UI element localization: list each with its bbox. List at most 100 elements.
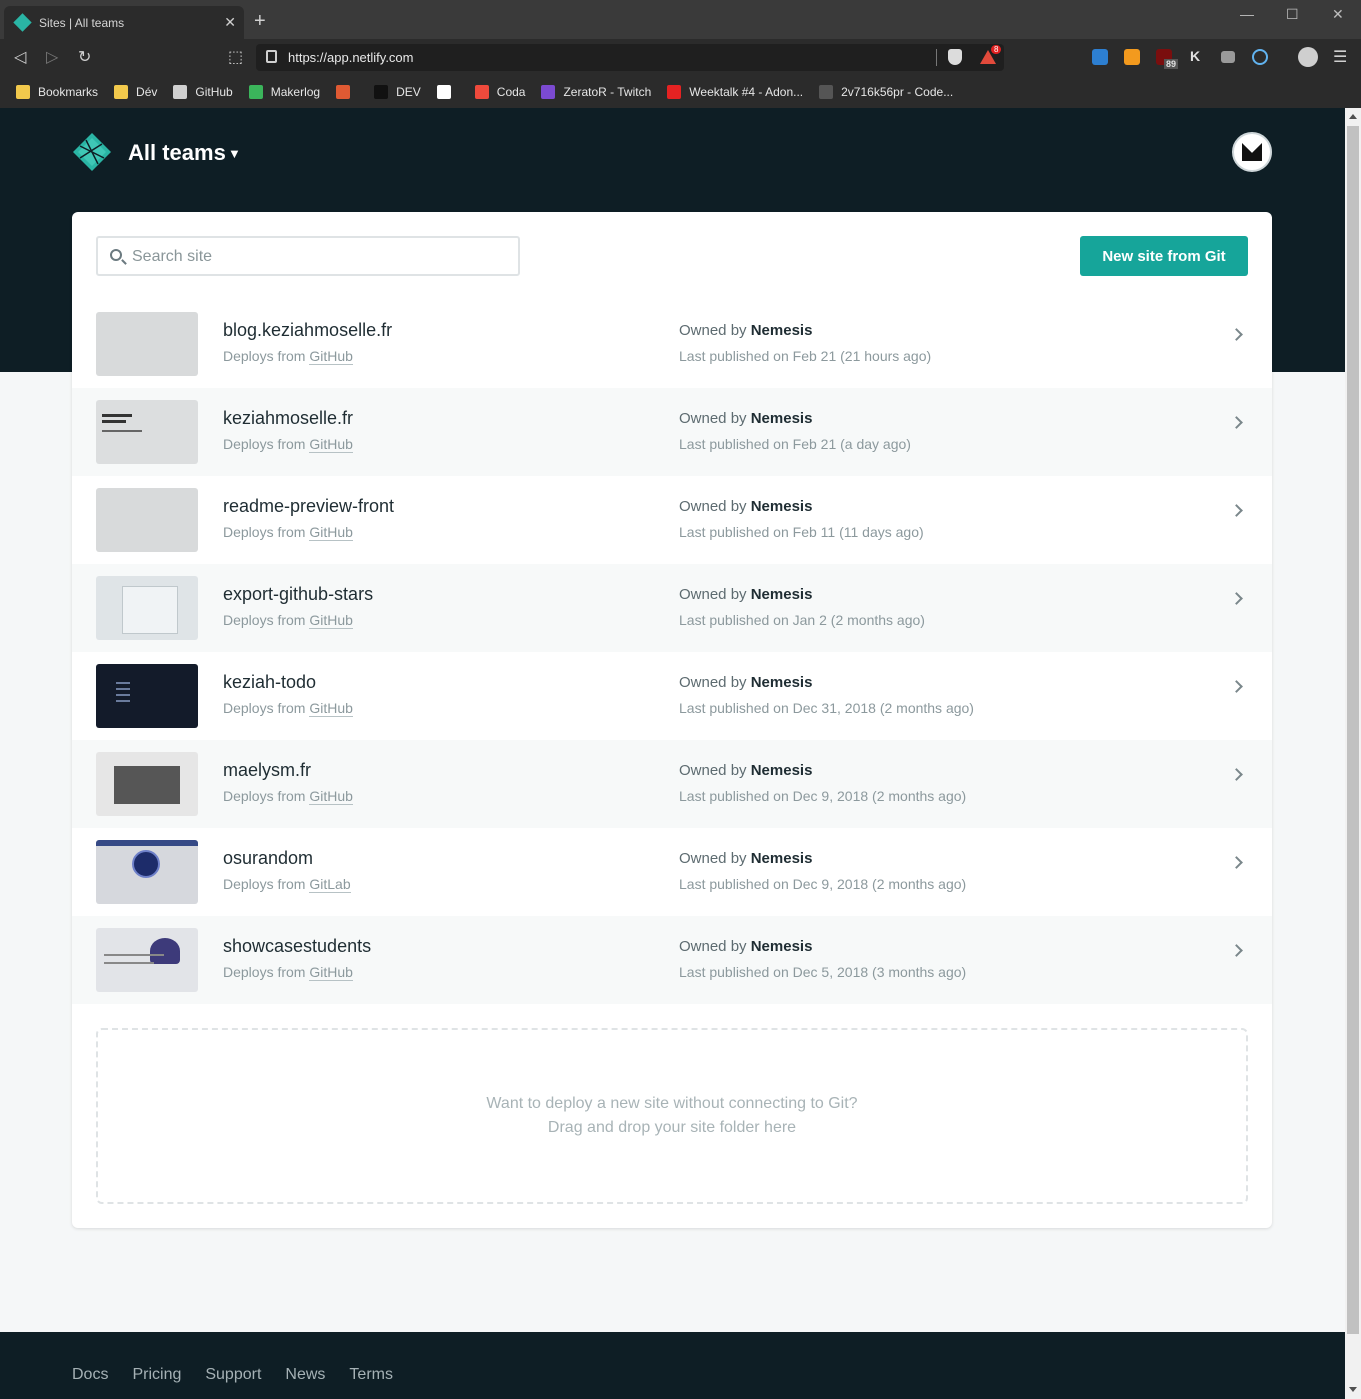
chevron-right-icon[interactable] xyxy=(1230,592,1243,605)
chevron-right-icon[interactable] xyxy=(1230,856,1243,869)
site-thumbnail[interactable] xyxy=(96,664,198,728)
new-site-from-git-button[interactable]: New site from Git xyxy=(1080,236,1248,276)
provider-link[interactable]: GitHub xyxy=(309,964,353,981)
new-tab-icon[interactable]: + xyxy=(254,10,266,33)
site-row[interactable]: keziahmoselle.fr Deploys from GitHub Owned… xyxy=(72,388,1272,476)
chevron-right-icon[interactable] xyxy=(1230,768,1243,781)
provider-link[interactable]: GitHub xyxy=(309,612,353,629)
chevron-down-icon[interactable]: ▼ xyxy=(228,146,241,161)
chevron-right-icon[interactable] xyxy=(1230,680,1243,693)
site-published: Last published on Feb 21 (21 hours ago) xyxy=(679,348,932,364)
site-row[interactable]: readme-preview-front Deploys from GitHub O… xyxy=(72,476,1272,564)
minimize-icon[interactable]: — xyxy=(1240,6,1254,22)
site-thumbnail[interactable] xyxy=(96,840,198,904)
site-name[interactable]: keziahmoselle.fr xyxy=(223,408,353,429)
footer-link[interactable]: Docs xyxy=(72,1366,108,1384)
provider-link[interactable]: GitHub xyxy=(309,788,353,805)
site-thumbnail[interactable] xyxy=(96,576,198,640)
chevron-right-icon[interactable] xyxy=(1230,944,1243,957)
brave-shields-icon[interactable] xyxy=(948,49,962,65)
bookmark-item[interactable]: ZeratoR - Twitch xyxy=(541,85,651,99)
chevron-right-icon[interactable] xyxy=(1230,416,1243,429)
owner-name: Nemesis xyxy=(750,938,813,955)
bookmark-icon[interactable]: ⬚ xyxy=(228,47,243,67)
maximize-icon[interactable]: ☐ xyxy=(1286,6,1299,23)
bookmark-item[interactable] xyxy=(436,85,459,99)
camera-extension-icon[interactable] xyxy=(1221,51,1235,63)
scroll-thumb[interactable] xyxy=(1347,126,1359,1334)
netlify-logo-icon[interactable] xyxy=(72,132,112,172)
bookmark-item[interactable]: Weektalk #4 - Adon... xyxy=(667,85,803,99)
search-input[interactable] xyxy=(132,246,502,268)
forward-icon[interactable]: ▷ xyxy=(46,47,58,67)
site-name[interactable]: export-github-stars xyxy=(223,584,373,605)
bookmark-item[interactable]: Coda xyxy=(474,85,525,99)
site-name[interactable]: showcasestudents xyxy=(223,936,371,957)
scroll-up-icon[interactable] xyxy=(1349,114,1357,119)
site-row[interactable]: export-github-stars Deploys from GitHub Ow… xyxy=(72,564,1272,652)
footer-link[interactable]: Terms xyxy=(349,1366,393,1384)
site-owner: Owned by Nemesis xyxy=(679,586,812,603)
footer-link[interactable]: Support xyxy=(205,1366,261,1384)
bookmark-item[interactable]: GitHub xyxy=(173,85,233,99)
bookmark-item[interactable]: 2v716k56pr - Code... xyxy=(819,85,953,99)
bookmark-item[interactable]: Bookmarks xyxy=(16,85,98,99)
site-thumbnail[interactable] xyxy=(96,312,198,376)
footer-link[interactable]: Pricing xyxy=(132,1366,181,1384)
site-name[interactable]: osurandom xyxy=(223,848,313,869)
close-window-icon[interactable]: ✕ xyxy=(1332,6,1344,23)
bookmark-label: 2v716k56pr - Code... xyxy=(841,85,954,99)
chevron-right-icon[interactable] xyxy=(1230,504,1243,517)
bookmark-item[interactable] xyxy=(336,85,358,99)
user-avatar[interactable] xyxy=(1232,132,1272,172)
extension-icon[interactable] xyxy=(1092,49,1108,65)
site-row[interactable]: osurandom Deploys from GitLab Owned by Nem… xyxy=(72,828,1272,916)
site-row[interactable]: blog.keziahmoselle.fr Deploys from GitHub… xyxy=(72,300,1272,388)
search-icon xyxy=(110,249,122,261)
browser-menu-icon[interactable]: ☰ xyxy=(1333,47,1347,67)
footer: Docs Pricing Support News Terms xyxy=(0,1332,1345,1399)
k-extension-icon[interactable]: K xyxy=(1190,48,1200,64)
site-thumbnail[interactable] xyxy=(96,752,198,816)
bookmark-label: GitHub xyxy=(195,85,233,99)
scroll-down-icon[interactable] xyxy=(1349,1387,1357,1392)
omnibox-divider xyxy=(936,49,937,66)
drag-drop-zone[interactable]: Want to deploy a new site without connec… xyxy=(96,1028,1248,1204)
site-thumbnail[interactable] xyxy=(96,488,198,552)
bookmark-icon xyxy=(114,85,129,99)
reload-icon[interactable]: ↻ xyxy=(78,47,91,67)
site-name[interactable]: readme-preview-front xyxy=(223,496,394,517)
bookmark-icon xyxy=(336,85,351,99)
bookmark-item[interactable]: DEV xyxy=(374,85,421,99)
chevron-right-icon[interactable] xyxy=(1230,328,1243,341)
bookmark-item[interactable]: Dév xyxy=(114,85,157,99)
site-name[interactable]: maelysm.fr xyxy=(223,760,311,781)
site-row[interactable]: keziah-todo Deploys from GitHub Owned by N… xyxy=(72,652,1272,740)
bookmark-icon xyxy=(541,85,556,99)
site-thumbnail[interactable] xyxy=(96,928,198,992)
site-name[interactable]: blog.keziahmoselle.fr xyxy=(223,320,392,341)
site-name[interactable]: keziah-todo xyxy=(223,672,316,693)
analytics-extension-icon[interactable] xyxy=(1124,49,1140,65)
search-box[interactable] xyxy=(96,236,520,276)
page-scrollbar[interactable] xyxy=(1345,108,1361,1399)
site-row[interactable]: showcasestudents Deploys from GitHub Owned… xyxy=(72,916,1272,1004)
provider-link[interactable]: GitHub xyxy=(309,436,353,453)
bookmark-item[interactable]: Makerlog xyxy=(248,85,320,99)
close-tab-icon[interactable]: ✕ xyxy=(224,14,236,31)
provider-link[interactable]: GitHub xyxy=(309,700,353,717)
browser-tab[interactable]: Sites | All teams ✕ xyxy=(4,6,244,39)
profile-icon[interactable] xyxy=(1298,47,1318,67)
back-icon[interactable]: ◁ xyxy=(14,47,26,67)
bookmark-label: Weektalk #4 - Adon... xyxy=(689,85,804,99)
team-switcher[interactable]: All teams xyxy=(128,140,226,166)
provider-link[interactable]: GitHub xyxy=(309,524,353,541)
footer-link[interactable]: News xyxy=(285,1366,325,1384)
address-bar[interactable]: https://app.netlify.com 8 xyxy=(256,44,1004,71)
react-devtools-icon[interactable] xyxy=(1252,49,1268,65)
provider-link[interactable]: GitLab xyxy=(309,876,351,893)
site-deploy-source: Deploys from GitHub xyxy=(223,788,353,805)
site-row[interactable]: maelysm.fr Deploys from GitHub Owned by Ne… xyxy=(72,740,1272,828)
provider-link[interactable]: GitHub xyxy=(309,348,353,365)
site-thumbnail[interactable] xyxy=(96,400,198,464)
